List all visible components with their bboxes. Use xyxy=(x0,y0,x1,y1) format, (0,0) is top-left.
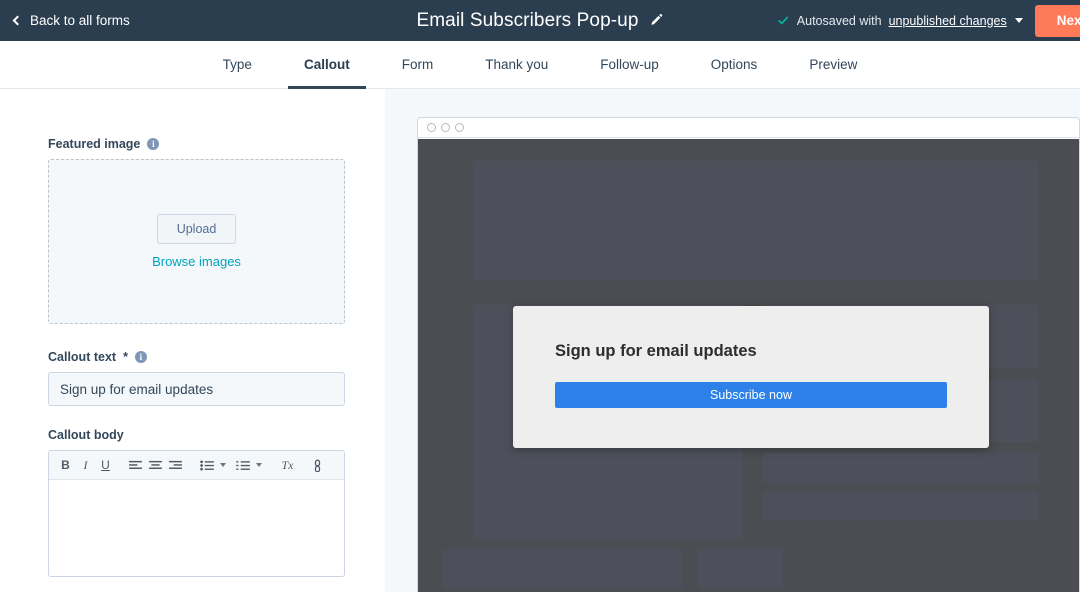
skeleton-block-hero xyxy=(473,161,1038,281)
tab-follow-up[interactable]: Follow-up xyxy=(574,41,685,88)
next-button[interactable]: Next xyxy=(1034,4,1080,37)
pencil-icon[interactable] xyxy=(649,13,664,28)
bulleted-list-icon[interactable] xyxy=(196,455,218,476)
tab-type[interactable]: Type xyxy=(197,41,278,88)
preview-panel: Sign up for email updates Subscribe now xyxy=(385,89,1080,592)
editor-tabs: Type Callout Form Thank you Follow-up Op… xyxy=(0,41,1080,89)
callout-text-label-row: Callout text * i xyxy=(48,350,345,364)
underline-icon[interactable]: U xyxy=(96,455,115,476)
featured-image-label-row: Featured image i xyxy=(48,137,345,151)
clear-formatting-icon[interactable]: Tx xyxy=(278,455,297,476)
skeleton-block-bottom-2 xyxy=(698,549,783,589)
browser-chrome-bar xyxy=(418,118,1079,138)
callout-body-textarea[interactable] xyxy=(49,480,344,576)
align-center-icon[interactable] xyxy=(146,455,165,476)
autosave-prefix-label: Autosaved with xyxy=(796,13,882,28)
browse-images-link[interactable]: Browse images xyxy=(152,254,241,269)
tab-form[interactable]: Form xyxy=(376,41,460,88)
header-actions: Autosaved with unpublished changes Next xyxy=(777,0,1080,41)
tab-options[interactable]: Options xyxy=(685,41,784,88)
italic-icon[interactable]: I xyxy=(76,455,95,476)
rich-text-editor: B I U Tx xyxy=(48,450,345,577)
numbered-list-icon[interactable] xyxy=(232,455,254,476)
skeleton-block-right-3 xyxy=(763,453,1038,483)
back-link-label: Back to all forms xyxy=(30,13,130,28)
bold-icon[interactable]: B xyxy=(56,455,75,476)
callout-body-label-row: Callout body xyxy=(48,428,345,442)
preview-page: Sign up for email updates Subscribe now xyxy=(418,139,1079,592)
browser-mockup: Sign up for email updates Subscribe now xyxy=(417,117,1080,592)
autosave-status: Autosaved with unpublished changes xyxy=(777,14,1035,28)
callout-text-field: Callout text * i xyxy=(48,350,345,406)
info-icon[interactable]: i xyxy=(134,351,147,363)
back-to-all-forms-link[interactable]: Back to all forms xyxy=(0,13,130,28)
chevron-left-icon xyxy=(12,15,23,26)
unpublished-changes-link[interactable]: unpublished changes xyxy=(889,14,1007,28)
required-marker: * xyxy=(123,350,128,364)
chevron-down-icon[interactable] xyxy=(256,463,262,467)
check-icon xyxy=(777,14,790,27)
app-header: Back to all forms Email Subscribers Pop-… xyxy=(0,0,1080,41)
callout-settings-panel: Featured image i Upload Browse images Ca… xyxy=(0,89,385,592)
popup-heading: Sign up for email updates xyxy=(555,342,757,360)
upload-button[interactable]: Upload xyxy=(156,214,237,244)
link-icon[interactable] xyxy=(308,455,327,476)
skeleton-block-right-4 xyxy=(763,491,1038,521)
traffic-light-minimize-icon xyxy=(441,123,450,132)
align-left-icon[interactable] xyxy=(126,455,145,476)
featured-image-dropzone[interactable]: Upload Browse images xyxy=(48,159,345,324)
callout-text-label: Callout text xyxy=(48,350,117,364)
callout-text-input[interactable] xyxy=(48,372,345,406)
featured-image-field: Featured image i Upload Browse images xyxy=(48,137,345,324)
callout-popup-preview: Sign up for email updates Subscribe now xyxy=(513,306,989,448)
tab-preview[interactable]: Preview xyxy=(783,41,883,88)
page-title: Email Subscribers Pop-up xyxy=(416,9,639,31)
tab-thank-you[interactable]: Thank you xyxy=(459,41,574,88)
align-right-icon[interactable] xyxy=(166,455,185,476)
rich-text-toolbar: B I U Tx xyxy=(49,451,344,480)
traffic-light-close-icon xyxy=(427,123,436,132)
chevron-down-icon[interactable] xyxy=(220,463,226,467)
chevron-down-icon[interactable] xyxy=(1014,18,1023,23)
callout-body-field: Callout body B I U Tx xyxy=(48,428,345,577)
skeleton-block-bottom-1 xyxy=(443,549,683,589)
subscribe-now-button[interactable]: Subscribe now xyxy=(555,382,947,408)
traffic-light-maximize-icon xyxy=(455,123,464,132)
editor-body: Featured image i Upload Browse images Ca… xyxy=(0,89,1080,592)
featured-image-label: Featured image xyxy=(48,137,141,151)
info-icon[interactable]: i xyxy=(147,138,160,150)
callout-body-label: Callout body xyxy=(48,428,124,442)
tab-callout[interactable]: Callout xyxy=(278,41,376,89)
